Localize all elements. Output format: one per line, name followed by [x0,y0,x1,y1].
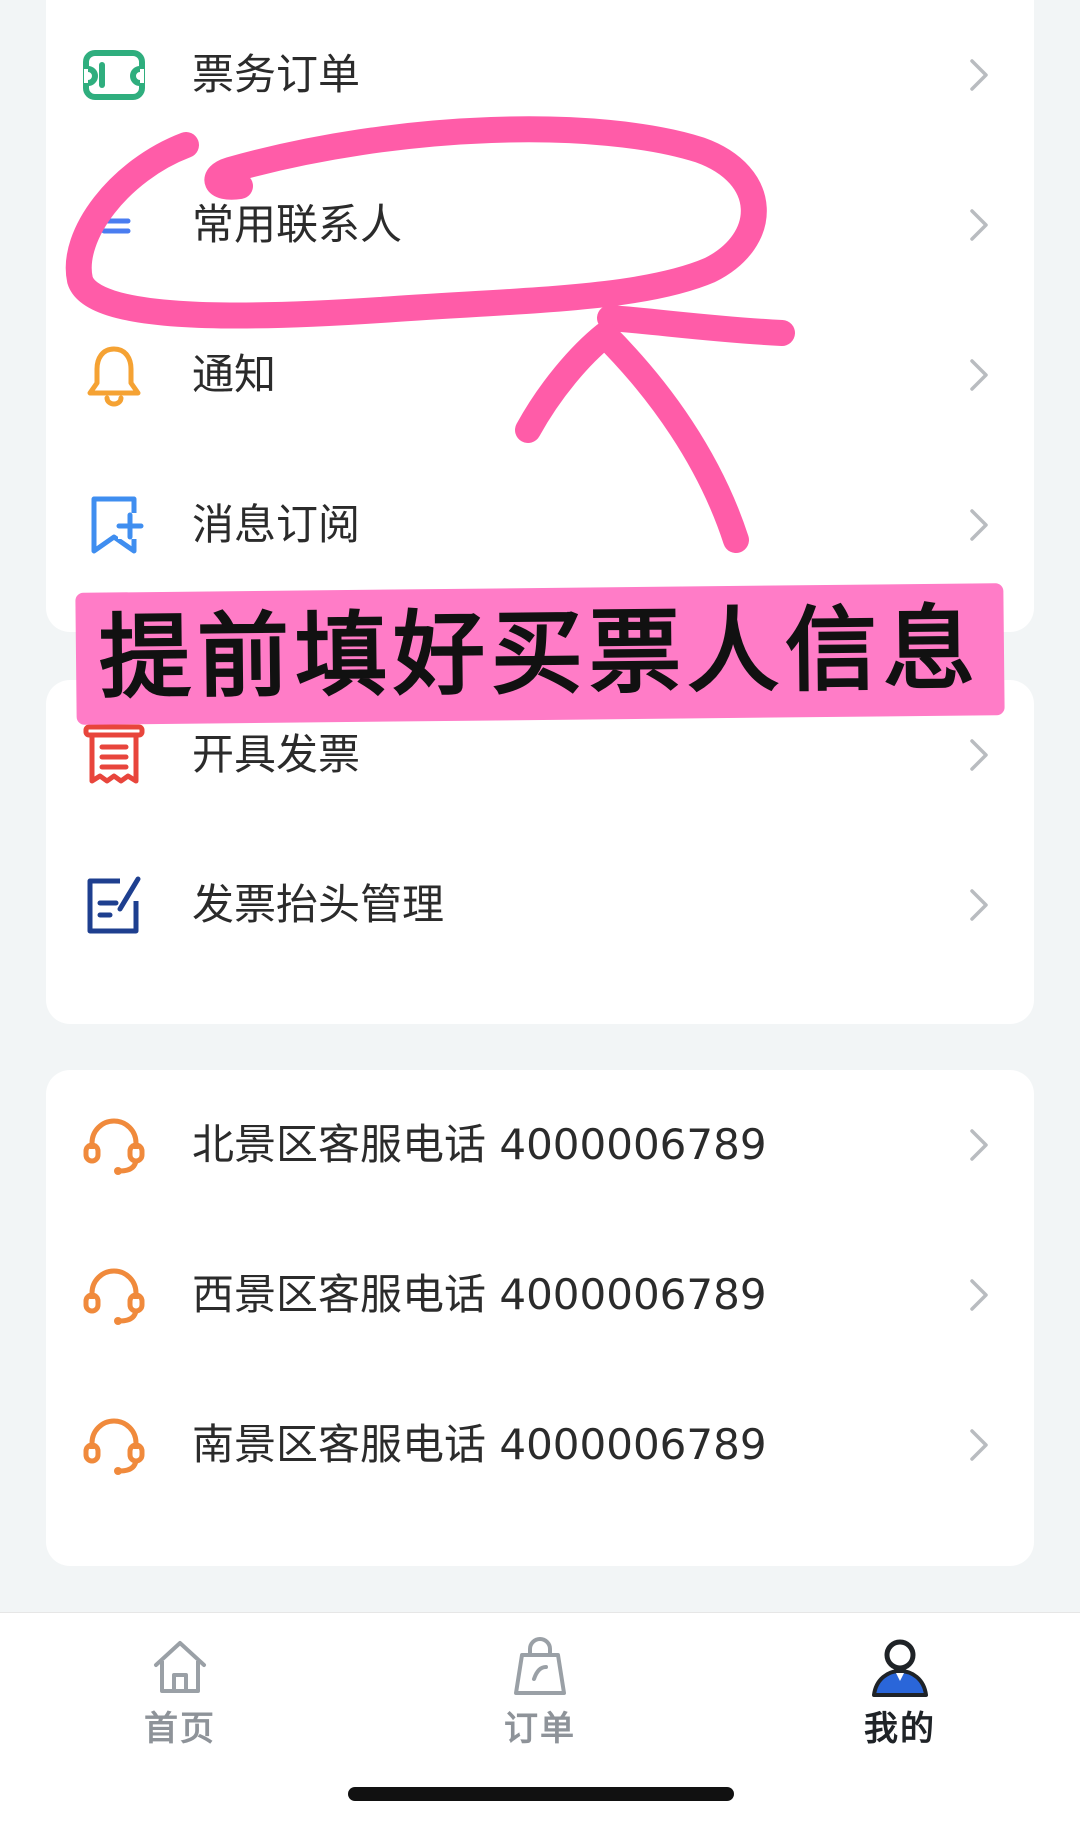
menu-item-label: 西景区客服电话 4000006789 [192,1270,767,1319]
tab-mine[interactable]: 我的 [800,1635,1000,1765]
menu-item-south-hotline[interactable]: 南景区客服电话 4000006789 [46,1370,1034,1520]
headset-icon [80,1111,148,1179]
headset-icon [80,1261,148,1329]
tab-label: 订单 [504,1709,576,1749]
edit-document-icon [80,871,148,939]
menu-item-label: 通知 [192,350,277,399]
headset-icon [80,1411,148,1479]
menu-item-label: 北景区客服电话 4000006789 [192,1120,767,1169]
shopping-bag-icon [508,1635,572,1699]
menu-card-account: 票务订单 常用联系人 通知 消息订阅 [46,0,1034,632]
contacts-icon [80,191,148,259]
bell-icon [80,341,148,409]
menu-item-invoice-title-management[interactable]: 发票抬头管理 [46,830,1034,980]
menu-item-label: 常用联系人 [192,200,403,249]
menu-item-label: 票务订单 [192,50,361,99]
bookmark-add-icon [80,491,148,559]
menu-item-contacts[interactable]: 常用联系人 [46,150,1034,300]
menu-item-notifications[interactable]: 通知 [46,300,1034,450]
chevron-right-icon [958,1275,998,1315]
tab-label: 首页 [144,1709,216,1749]
chevron-right-icon [958,55,998,95]
tab-orders[interactable]: 订单 [440,1635,640,1765]
ticket-icon [80,41,148,109]
menu-item-label: 消息订阅 [192,500,361,549]
user-icon [868,1635,932,1699]
annotation-banner: 提前填好买票人信息 [77,585,1003,723]
chevron-right-icon [958,735,998,775]
home-icon [148,1635,212,1699]
menu-item-label: 发票抬头管理 [192,880,445,929]
menu-item-label: 南景区客服电话 4000006789 [192,1420,767,1469]
annotation-text: 提前填好买票人信息 [98,595,982,712]
tab-home[interactable]: 首页 [80,1635,280,1765]
menu-item-ticket-orders[interactable]: 票务订单 [46,0,1034,150]
menu-card-invoice: 开具发票 发票抬头管理 [46,680,1034,1024]
chevron-right-icon [958,205,998,245]
chevron-right-icon [958,355,998,395]
tab-label: 我的 [864,1709,936,1749]
chevron-right-icon [958,1425,998,1465]
chevron-right-icon [958,885,998,925]
receipt-icon [80,721,148,789]
chevron-right-icon [958,505,998,545]
menu-item-message-subscription[interactable]: 消息订阅 [46,450,1034,600]
home-indicator [348,1787,734,1801]
menu-item-west-hotline[interactable]: 西景区客服电话 4000006789 [46,1220,1034,1370]
menu-card-customer-service: 北景区客服电话 4000006789 西景区客服电话 4000006789 南景… [46,1070,1034,1566]
chevron-right-icon [958,1125,998,1165]
menu-item-north-hotline[interactable]: 北景区客服电话 4000006789 [46,1070,1034,1220]
menu-item-label: 开具发票 [192,730,361,779]
